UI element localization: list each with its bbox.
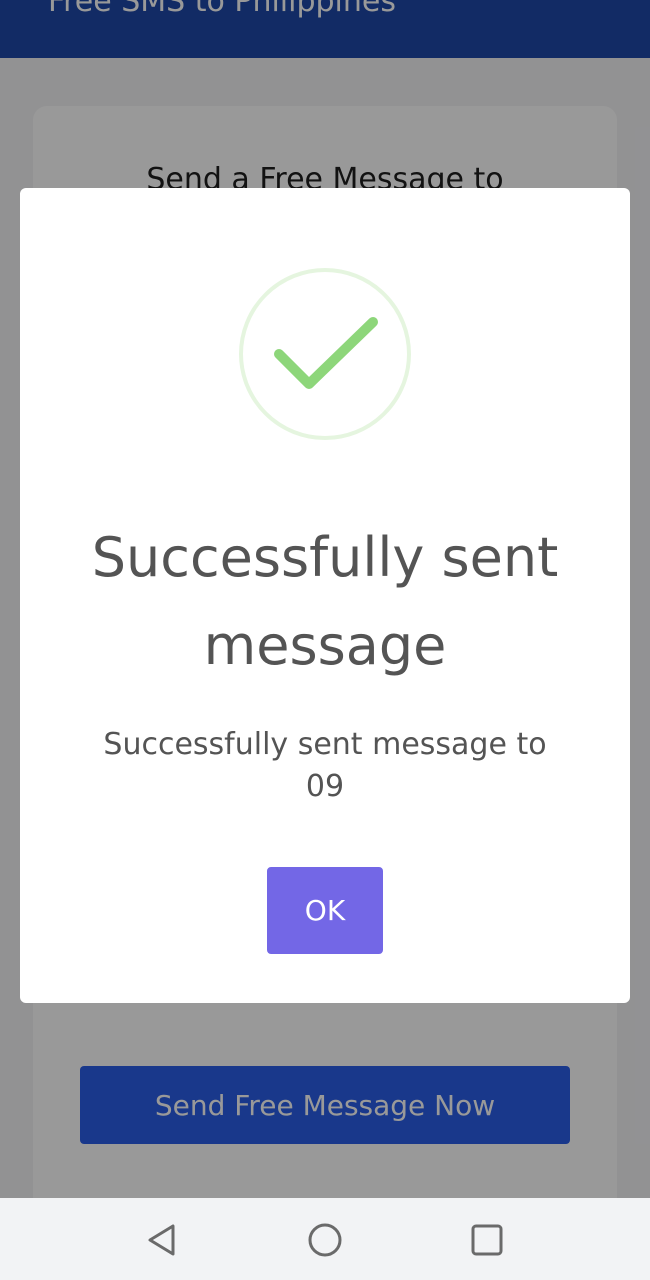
ok-button[interactable]: OK <box>267 867 383 954</box>
dialog-message: Successfully sent message to 09 <box>103 727 547 804</box>
success-dialog: Successfully sent message Successfully s… <box>20 188 630 1003</box>
recents-icon[interactable] <box>467 1220 507 1260</box>
system-nav-bar <box>0 1198 650 1280</box>
check-circle-icon <box>239 268 411 440</box>
screen: Free SMS to Philippines Send a Free Mess… <box>0 0 650 1280</box>
back-icon[interactable] <box>142 1220 182 1260</box>
home-icon[interactable] <box>305 1220 345 1260</box>
dialog-title: Successfully sent message <box>91 526 559 677</box>
